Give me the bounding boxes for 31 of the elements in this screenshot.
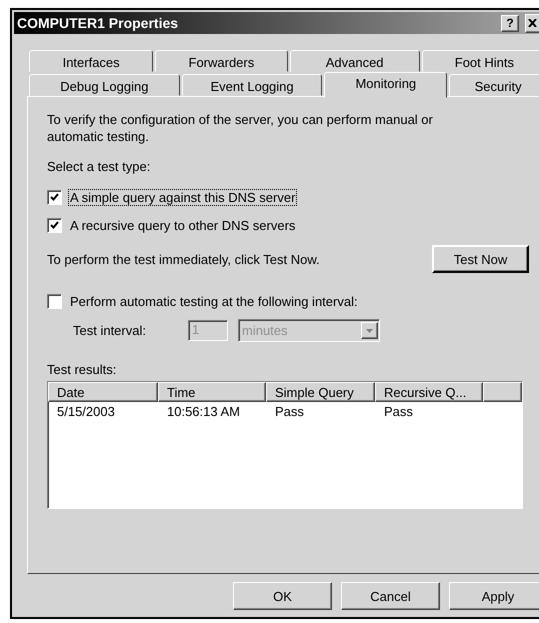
tab[interactable]: Foot Hints — [422, 50, 539, 72]
tab[interactable]: Interfaces — [29, 50, 154, 72]
field-label: Test interval: — [73, 323, 147, 338]
table-cell-text: 10:56:13 AM — [166, 404, 241, 418]
help-button[interactable]: ? — [501, 14, 519, 32]
checkbox-label[interactable]: A recursive query to other DNS servers — [68, 216, 298, 234]
section-label: Select a test type: — [47, 159, 152, 174]
dialog-button[interactable]: OK — [233, 582, 332, 610]
table-cell-text: 5/15/2003 — [56, 404, 116, 418]
column-header[interactable]: Recursive Q... — [375, 382, 483, 402]
table-cell-text: Pass — [274, 404, 305, 418]
window-title: COMPUTER1 Properties — [17, 15, 180, 31]
tab[interactable]: Forwarders — [155, 50, 288, 72]
tab[interactable]: Debug Logging — [29, 74, 180, 96]
tab[interactable]: Monitoring — [324, 72, 448, 98]
column-header[interactable]: Simple Query — [266, 382, 375, 402]
section-label: Test results: — [47, 362, 118, 377]
checkbox-label[interactable]: A simple query against this DNS server — [68, 188, 298, 206]
instruction-text: To perform the test immediately, click Test Now. — [47, 252, 320, 266]
checkbox-label[interactable]: Perform automatic testing at the following interval: — [68, 292, 360, 310]
column-header[interactable]: Date — [48, 382, 158, 402]
table-cell-text: Pass — [383, 404, 414, 418]
column-header[interactable]: Time — [158, 382, 266, 402]
dropdown-value: minutes — [242, 323, 288, 338]
tab[interactable]: Event Logging — [182, 74, 322, 96]
intro-text: To verify the configuration of the server, you can perform manual or automatic testing. — [47, 111, 434, 145]
tab[interactable]: Advanced — [290, 50, 420, 72]
dialog-button[interactable]: Apply — [449, 582, 539, 610]
test-now-button[interactable]: Test Now — [432, 245, 529, 273]
tab[interactable]: Security — [449, 74, 539, 96]
dialog-button[interactable]: Cancel — [341, 582, 440, 610]
